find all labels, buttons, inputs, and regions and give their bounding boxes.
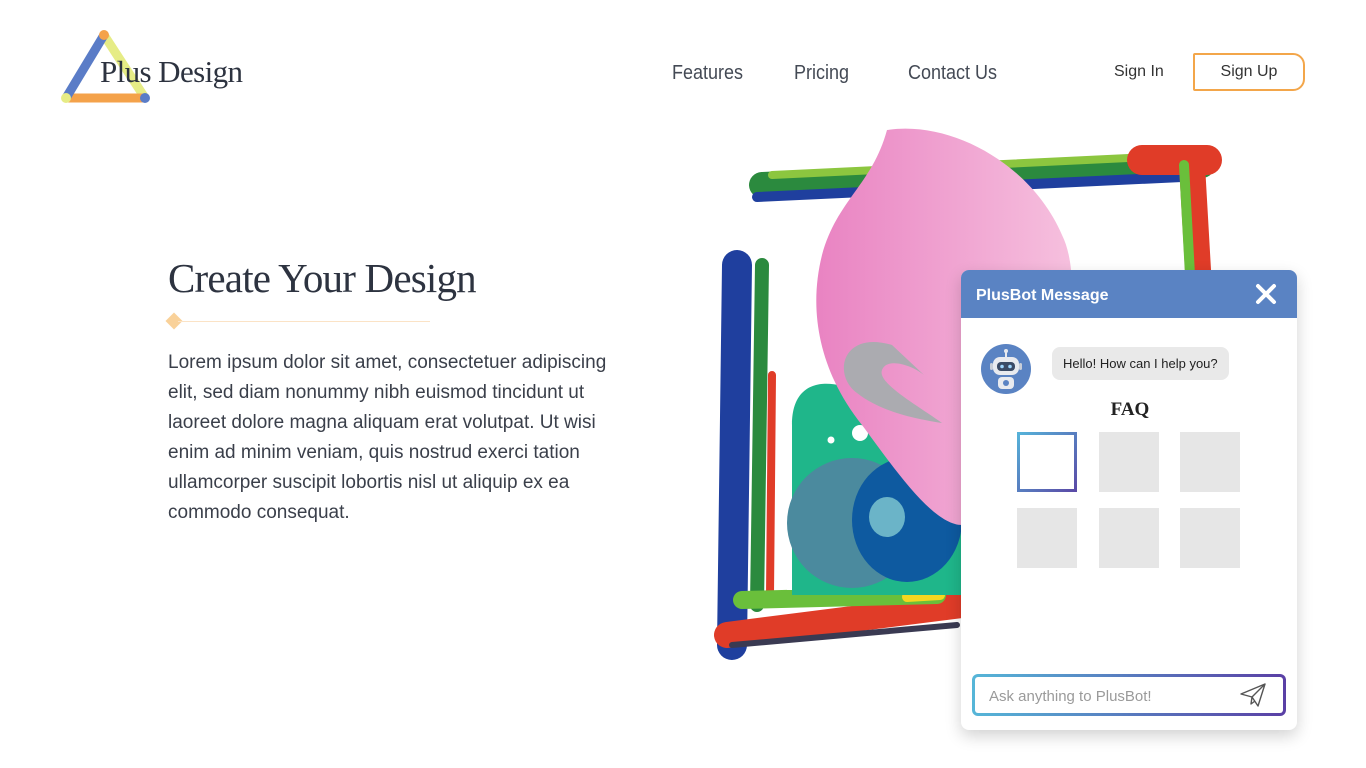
hero-title: Create Your Design [168,255,477,301]
chat-title: PlusBot Message [976,287,1109,304]
chat-input-box [972,674,1286,716]
faq-tile-6[interactable] [1180,508,1240,568]
chat-header: PlusBot Message [961,270,1297,318]
faq-tile-5[interactable] [1099,508,1159,568]
hero-body: Lorem ipsum dolor sit amet, consectetuer… [168,352,607,523]
faq-tile-3[interactable] [1180,432,1240,492]
bot-greeting-bubble: Hello! How can I help you? [1052,347,1229,380]
sign-in-link[interactable]: Sign In [1114,63,1164,81]
faq-title: FAQ [1110,399,1150,420]
brand-name: Plus Design [100,54,243,89]
sign-up-label: Sign Up [1220,63,1278,80]
close-icon[interactable] [1254,282,1278,306]
faq-tile-1[interactable] [1017,432,1077,492]
chat-widget: PlusBot Message Hello! How can I help yo… [961,270,1297,730]
faq-tile-2[interactable] [1099,432,1159,492]
robot-avatar-icon [981,344,1031,394]
paper-plane-send-icon[interactable] [1239,682,1267,708]
divider-line [178,321,430,322]
sign-up-button[interactable]: Sign Up [1193,53,1305,91]
nav-features[interactable]: Features [672,62,743,85]
chat-message-input[interactable] [987,677,1241,715]
nav-pricing[interactable]: Pricing [794,62,849,85]
nav-contact-us[interactable]: Contact Us [908,62,997,85]
brand-logo[interactable]: Plus Design [60,28,260,108]
faq-tile-4[interactable] [1017,508,1077,568]
